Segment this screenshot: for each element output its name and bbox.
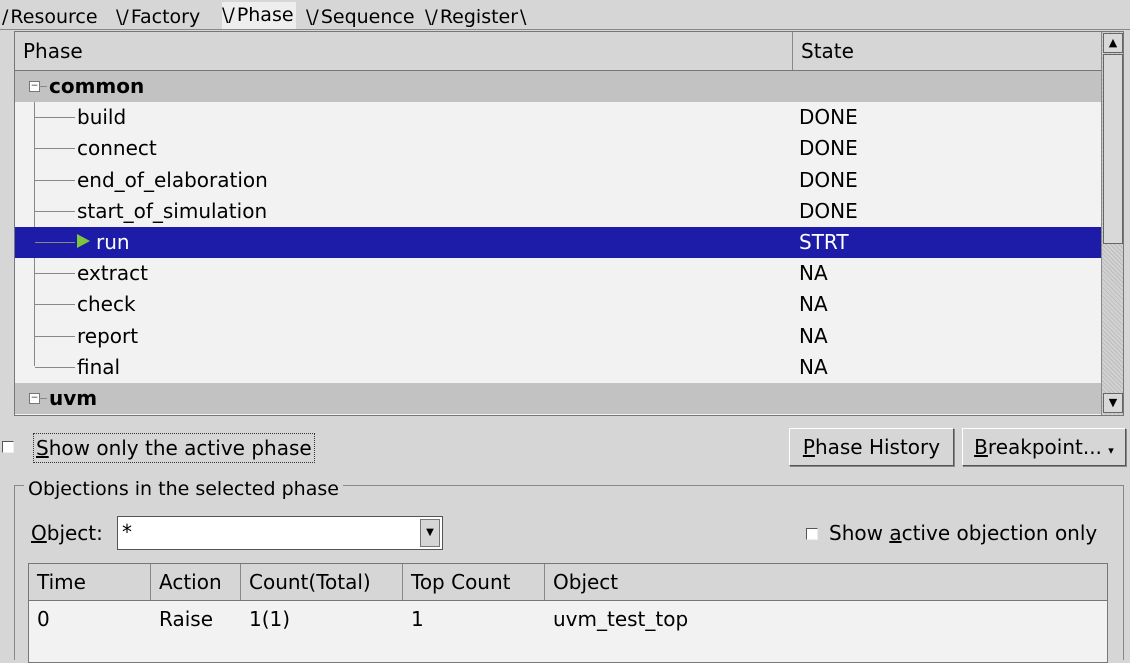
tree-branch [35, 210, 75, 212]
phase-tree-rows: − common build DONE connect DONE end_of_… [15, 71, 1101, 415]
show-active-phase-checkbox[interactable] [2, 441, 14, 453]
tree-row-end-of-elaboration[interactable]: end_of_elaboration DONE [15, 165, 1101, 196]
phase-tree-panel: Phase State − common build DONE connect … [14, 31, 1124, 416]
tree-branch [35, 117, 75, 119]
tree-group-uvm[interactable]: − uvm [15, 382, 1101, 415]
tree-row-check[interactable]: check NA [15, 289, 1101, 320]
tree-branch [35, 304, 75, 306]
group-label: uvm [49, 385, 98, 410]
cell-top-count: 1 [411, 607, 424, 631]
tree-branch [35, 148, 75, 150]
phase-name: build [77, 105, 127, 130]
tree-branch [35, 179, 75, 181]
phase-state: NA [799, 354, 828, 379]
group-label: common [49, 74, 145, 98]
tab-divider [0, 29, 1130, 30]
breakpoint-button[interactable]: Breakpoint... ▾ [962, 428, 1126, 466]
phase-tree-header: Phase State [15, 32, 1101, 71]
phase-name-wrap: run [77, 227, 130, 258]
breakpoint-label: Breakpoint... [974, 435, 1102, 459]
column-header-time[interactable]: Time [29, 564, 151, 600]
column-header-state[interactable]: State [793, 32, 1101, 70]
column-header-object[interactable]: Object [545, 564, 1107, 600]
phase-name: start_of_simulation [77, 198, 268, 223]
cell-count: 1(1) [249, 607, 291, 631]
phase-name: connect [77, 136, 157, 161]
tree-row-build[interactable]: build DONE [15, 102, 1101, 133]
phase-state: NA [799, 323, 828, 348]
objections-title: Objections in the selected phase [24, 478, 343, 500]
tree-branch [35, 241, 75, 243]
phase-state: STRT [799, 229, 849, 254]
cell-time: 0 [37, 607, 50, 631]
column-header-phase[interactable]: Phase [15, 32, 793, 70]
scroll-down-icon[interactable]: ▼ [1103, 393, 1123, 413]
phase-name: end_of_elaboration [77, 167, 268, 192]
show-active-objection-label[interactable]: Show active objection only [829, 519, 1097, 547]
tree-branch [39, 397, 47, 399]
vertical-scrollbar[interactable]: ▲ ▼ [1101, 32, 1123, 415]
column-header-action[interactable]: Action [151, 564, 241, 600]
tree-row-report[interactable]: report NA [15, 321, 1101, 352]
cell-action: Raise [159, 607, 213, 631]
tree-row-connect[interactable]: connect DONE [15, 133, 1101, 164]
play-icon [77, 234, 90, 249]
phase-state: DONE [799, 167, 858, 192]
phase-state: DONE [799, 136, 858, 161]
object-filter-value: * [122, 520, 132, 544]
tree-row-start-of-simulation[interactable]: start_of_simulation DONE [15, 196, 1101, 227]
phase-state: NA [799, 261, 828, 286]
objections-table-header: Time Action Count(Total) Top Count Objec… [29, 564, 1107, 601]
tab-factory[interactable]: \/Factory [116, 4, 202, 30]
tab-strip: / Resource \/Factory \/Phase \/Sequence \… [0, 0, 1130, 30]
tab-resource[interactable]: / Resource [2, 4, 100, 30]
dropdown-arrow-icon: ▾ [1108, 444, 1114, 457]
column-header-top-count[interactable]: Top Count [403, 564, 545, 600]
tab-register[interactable]: \/Register \ [425, 4, 526, 30]
phase-state: NA [799, 292, 828, 317]
phase-state: DONE [799, 105, 858, 130]
phase-name: extract [77, 261, 148, 286]
column-header-count[interactable]: Count(Total) [241, 564, 403, 600]
tree-row-run[interactable]: run STRT [15, 226, 1101, 259]
tree-branch [39, 86, 47, 87]
scrollbar-thumb[interactable] [1103, 54, 1123, 244]
phase-name: run [96, 229, 130, 254]
tree-branch [35, 273, 75, 275]
objections-table: Time Action Count(Total) Top Count Objec… [28, 563, 1108, 663]
phase-state: DONE [799, 198, 858, 223]
tab-phase[interactable]: \/Phase [222, 2, 296, 30]
show-active-objection-checkbox[interactable] [806, 528, 818, 540]
cell-object: uvm_test_top [553, 607, 689, 631]
tree-row-extract[interactable]: extract NA [15, 258, 1101, 289]
object-filter-combo[interactable]: * ▼ [117, 516, 443, 550]
scroll-up-icon[interactable]: ▲ [1103, 33, 1123, 53]
tree-group-common[interactable]: − common [15, 71, 1101, 103]
tree-row-final[interactable]: final NA [15, 352, 1101, 383]
tree-branch [35, 366, 75, 368]
combo-arrow-icon[interactable]: ▼ [420, 519, 440, 547]
tree-branch [35, 335, 75, 337]
object-label: Object: [31, 521, 103, 545]
phase-history-button[interactable]: Phase History [789, 428, 954, 466]
phase-name: report [77, 323, 139, 348]
phase-name: check [77, 292, 136, 317]
tab-sequence[interactable]: \/Sequence [306, 4, 417, 30]
show-active-phase-label[interactable]: Show only the active phase [33, 433, 315, 463]
phase-name: final [77, 354, 121, 379]
